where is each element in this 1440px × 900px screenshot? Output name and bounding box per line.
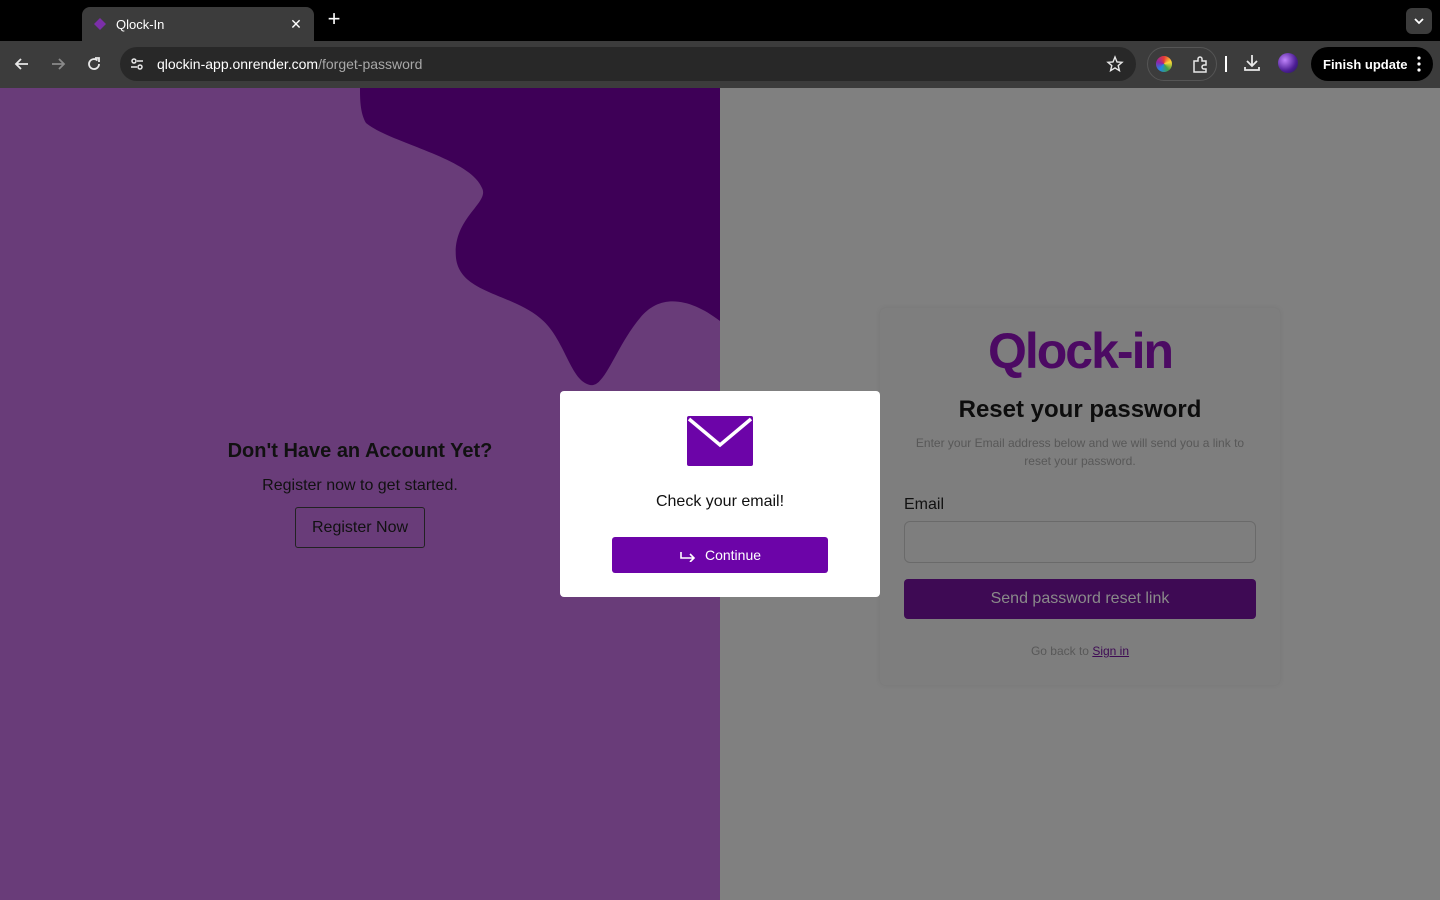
- arrow-right-icon: [52, 58, 66, 70]
- check-email-modal: Check your email! Continue: [560, 391, 880, 597]
- close-tab-icon[interactable]: ✕: [288, 16, 304, 33]
- url-host: qlockin-app.onrender.com: [157, 56, 319, 72]
- go-back-label: Go back to: [1030, 644, 1089, 658]
- page-viewport: Don't Have an Account Yet? Register now …: [0, 88, 1440, 900]
- decorative-blob: [360, 88, 720, 386]
- email-label: Email: [904, 496, 945, 513]
- tab-title: Qlock-In: [116, 16, 165, 32]
- go-back-text: Go back to Sign in: [880, 644, 1280, 658]
- send-reset-link-button[interactable]: Send password reset link: [904, 579, 1256, 619]
- toolbar-divider: [1225, 56, 1227, 72]
- arrow-left-icon: [14, 58, 28, 70]
- url-text: qlockin-app.onrender.com/forget-password: [157, 56, 422, 72]
- qlockin-favicon-icon: [92, 16, 108, 32]
- reload-button[interactable]: [82, 52, 106, 76]
- chevron-down-icon: [1414, 18, 1424, 25]
- tab-search-button[interactable]: [1406, 8, 1432, 34]
- sign-in-link[interactable]: Sign in: [1092, 644, 1129, 658]
- forward-button[interactable]: [46, 52, 70, 76]
- brand-logo: Qlock-in: [987, 323, 1174, 379]
- continue-button[interactable]: Continue: [612, 537, 828, 573]
- color-extension-icon[interactable]: [1156, 56, 1172, 72]
- reset-description: Enter your Email address below and we wi…: [915, 436, 1245, 468]
- bookmark-star-icon[interactable]: [1106, 55, 1124, 78]
- browser-tab[interactable]: Qlock-In ✕: [82, 7, 314, 41]
- reset-password-card: Qlock-in Reset your password Enter your …: [880, 308, 1280, 685]
- profile-avatar[interactable]: [1278, 53, 1298, 73]
- email-field[interactable]: [904, 521, 1256, 563]
- finish-update-label: Finish update: [1323, 56, 1408, 72]
- puzzle-icon[interactable]: [1190, 55, 1210, 80]
- extensions-group: [1147, 47, 1217, 81]
- download-icon[interactable]: [1242, 52, 1262, 79]
- register-now-button[interactable]: Register Now: [295, 507, 425, 548]
- more-vert-icon: [1417, 56, 1421, 75]
- mail-icon: [686, 415, 754, 472]
- new-tab-button[interactable]: +: [322, 8, 346, 32]
- page-title: Reset your password: [958, 396, 1202, 423]
- browser-toolbar: qlockin-app.onrender.com/forget-password…: [0, 41, 1440, 88]
- back-button[interactable]: [10, 52, 34, 76]
- finish-update-button[interactable]: Finish update: [1311, 47, 1433, 81]
- check-email-message: Check your email!: [655, 493, 785, 510]
- site-info-icon[interactable]: [125, 52, 149, 76]
- arrow-right-icon: [680, 552, 696, 562]
- address-bar[interactable]: qlockin-app.onrender.com/forget-password: [120, 47, 1136, 81]
- reload-icon: [88, 57, 100, 70]
- url-path: /forget-password: [318, 56, 423, 72]
- continue-label: Continue: [704, 547, 762, 563]
- tab-bar: Qlock-In ✕ +: [0, 0, 1440, 41]
